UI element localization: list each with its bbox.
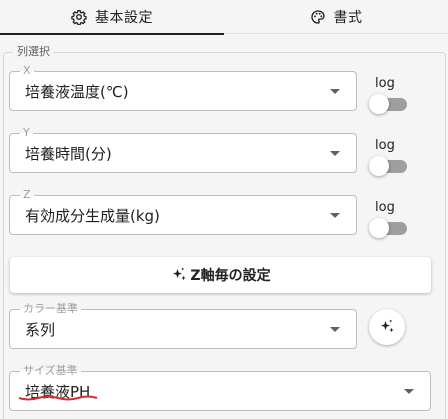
z-axis-settings-label: Z軸毎の設定 — [190, 268, 271, 284]
size-basis-select[interactable]: サイズ基準 培養液PH — [9, 365, 431, 411]
column-select-legend: 列選択 — [13, 45, 54, 59]
chevron-down-icon — [330, 213, 340, 218]
tab-format[interactable]: 書式 — [224, 0, 448, 34]
toggle-thumb — [369, 94, 389, 114]
tab-bar: 基本設定 書式 — [0, 0, 448, 35]
toggle-thumb — [369, 218, 389, 238]
z-log-toggle[interactable] — [369, 217, 409, 239]
color-basis-value: 系列 — [25, 321, 56, 339]
auto-color-button[interactable] — [369, 309, 405, 345]
chevron-down-icon — [330, 89, 340, 94]
x-log-label: log — [375, 76, 395, 91]
tab-basic-settings[interactable]: 基本設定 — [0, 0, 224, 35]
y-log-toggle[interactable] — [369, 155, 409, 177]
z-axis-value: 有効成分生成量(kg) — [25, 207, 160, 225]
size-basis-label: サイズ基準 — [20, 365, 81, 377]
sparkle-icon — [173, 267, 187, 281]
toggle-thumb — [369, 156, 389, 176]
sparkle-icon — [381, 319, 394, 333]
y-axis-label: Y — [20, 127, 33, 139]
z-axis-label: Z — [20, 189, 34, 201]
gear-icon — [71, 10, 87, 25]
y-axis-value: 培養時間(分) — [25, 145, 112, 163]
z-axis-select[interactable]: Z 有効成分生成量(kg) — [9, 189, 357, 235]
chevron-down-icon — [330, 327, 340, 332]
x-axis-value: 培養液温度(℃) — [25, 83, 129, 101]
palette-icon — [310, 10, 325, 24]
y-axis-select[interactable]: Y 培養時間(分) — [9, 127, 357, 173]
z-axis-settings-button[interactable]: Z軸毎の設定 — [10, 257, 431, 293]
color-basis-label: カラー基準 — [20, 303, 81, 315]
x-axis-label: X — [20, 65, 34, 77]
y-log-label: log — [375, 138, 395, 153]
tab-basic-settings-label: 基本設定 — [95, 10, 153, 26]
chevron-down-icon — [404, 389, 414, 394]
color-basis-select[interactable]: カラー基準 系列 — [9, 303, 357, 349]
tab-format-label: 書式 — [333, 10, 363, 26]
spellcheck-underline — [18, 395, 98, 401]
x-axis-select[interactable]: X 培養液温度(℃) — [9, 65, 357, 111]
z-log-label: log — [375, 200, 395, 215]
chevron-down-icon — [330, 151, 340, 156]
x-log-toggle[interactable] — [369, 93, 409, 115]
